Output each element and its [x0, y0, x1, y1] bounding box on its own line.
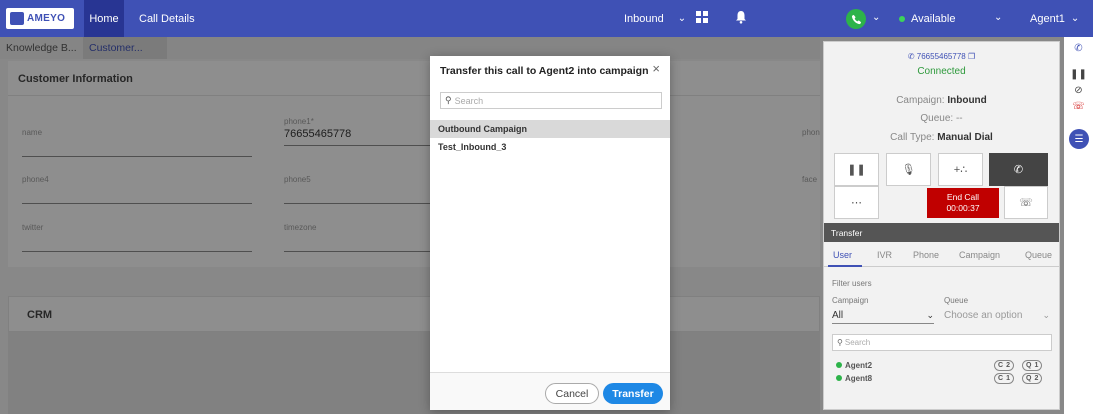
call-type-info: Call Type: Manual Dial: [824, 132, 1059, 143]
chevron-down-icon[interactable]: ⌄: [994, 12, 1002, 23]
online-dot-icon: [836, 375, 842, 381]
agent-name: Agent1: [1030, 12, 1065, 25]
status-dot-icon: [899, 15, 905, 22]
end-call-button[interactable]: End Call 00:00:37: [927, 188, 999, 218]
nav-home[interactable]: Home: [84, 0, 124, 37]
dialpad-icon: ⋯: [851, 197, 862, 209]
cancel-button[interactable]: Cancel: [545, 383, 599, 404]
call-state: Connected: [917, 66, 966, 77]
end-call-label: End Call: [946, 192, 980, 202]
queue-info: Queue: --: [824, 113, 1059, 124]
add-participant-icon: +∴: [953, 164, 968, 176]
call-control-panel: ✆ 76655465778 ❐ Connected Campaign: Inbo…: [823, 41, 1060, 410]
campaign-selector[interactable]: Inbound ⌄: [624, 0, 686, 37]
campaign-info: Campaign: Inbound: [824, 95, 1059, 106]
chevron-down-icon: ⌄: [926, 310, 934, 320]
tab-queue[interactable]: Queue: [1025, 250, 1052, 260]
tab-phone[interactable]: Phone: [913, 250, 939, 260]
active-tab-underline: [828, 265, 862, 267]
campaign-filter-label: Campaign: [832, 296, 869, 305]
search-placeholder: Search: [844, 338, 871, 347]
queue-info-value: --: [955, 113, 963, 124]
transfer-header: Transfer: [824, 223, 1059, 242]
agent-row[interactable]: Agent2 C 2 Q 1: [836, 359, 1052, 371]
queue-count-badge: Q 1: [1022, 359, 1043, 371]
agent-row[interactable]: Agent8 C 1 Q 2: [836, 372, 1052, 384]
campaign-list: Outbound Campaign Test_Inbound_3: [430, 120, 670, 156]
transfer-button[interactable]: Transfer: [603, 383, 663, 404]
apps-grid-icon[interactable]: [696, 11, 708, 23]
bell-icon[interactable]: [735, 10, 747, 24]
logo-text: AMEYO: [27, 13, 66, 24]
copy-icon[interactable]: ❐: [968, 52, 975, 61]
pause-icon: ❚❚: [847, 164, 866, 176]
tab-ivr[interactable]: IVR: [877, 250, 892, 260]
queue-info-label: Queue:: [920, 113, 954, 124]
campaign-search-input[interactable]: ⚲ Search: [440, 92, 662, 109]
phone-status-icon[interactable]: [846, 9, 866, 29]
dialog-title: Transfer this call to Agent2 into campai…: [440, 65, 649, 77]
top-bar: AMEYO Home Call Details Inbound ⌄ ⌄ Avai…: [0, 0, 1093, 37]
phone-icon[interactable]: ✆: [1064, 43, 1093, 54]
agent-menu[interactable]: Agent1 ⌄: [1030, 0, 1079, 37]
end-call-timer: 00:00:37: [946, 203, 980, 213]
call-number-text: 76655465778: [916, 52, 966, 61]
availability-status[interactable]: Available: [899, 0, 955, 37]
transfer-tabs: User IVR Phone Campaign Queue: [824, 245, 1059, 267]
list-item[interactable]: Test_Inbound_3: [430, 138, 670, 156]
pause-icon[interactable]: ❚❚: [1064, 69, 1093, 80]
campaign-count-badge: C 1: [994, 372, 1014, 384]
logo-mark-icon: [10, 12, 24, 25]
menu-icon[interactable]: ☰: [1069, 129, 1089, 149]
search-icon: ⚲: [445, 95, 452, 105]
call-transfer-icon: ✆: [1013, 164, 1024, 176]
queue-filter-placeholder: Choose an option: [944, 310, 1023, 321]
chevron-down-icon: ⌄: [1042, 310, 1050, 320]
call-number: ✆ 76655465778 ❐: [824, 52, 1059, 61]
online-dot-icon: [836, 362, 842, 368]
availability-label: Available: [911, 12, 956, 25]
app-logo[interactable]: AMEYO: [6, 8, 74, 29]
user-search-input[interactable]: ⚲ Search: [832, 334, 1052, 351]
hangup-icon: ☏: [1019, 197, 1033, 209]
queue-count-badge: Q 2: [1022, 372, 1043, 384]
search-icon: ⚲: [837, 338, 843, 347]
hold-button[interactable]: ❚❚: [834, 153, 879, 186]
tab-campaign[interactable]: Campaign: [959, 250, 1000, 260]
tab-user[interactable]: User: [833, 250, 852, 260]
transfer-campaign-dialog: Transfer this call to Agent2 into campai…: [430, 56, 670, 410]
right-rail: ✆ ❚❚ ⊘ ☏ ☰: [1064, 37, 1093, 414]
campaign-info-label: Campaign:: [896, 95, 945, 106]
nav-call-details[interactable]: Call Details: [139, 0, 195, 37]
mic-off-icon[interactable]: ⊘: [1064, 85, 1093, 96]
search-placeholder: Search: [454, 95, 484, 106]
agent-row-name: Agent8: [845, 373, 873, 383]
filter-users-label: Filter users: [832, 279, 872, 288]
chevron-down-icon: ⌄: [1070, 13, 1080, 24]
dialog-footer: Cancel Transfer: [430, 372, 670, 410]
list-item[interactable]: Outbound Campaign: [430, 120, 670, 138]
close-icon[interactable]: ×: [652, 61, 660, 76]
dialpad-button[interactable]: ⋯: [834, 186, 879, 219]
campaign-selector-label: Inbound: [624, 12, 664, 25]
queue-filter-select[interactable]: Choose an option ⌄: [944, 310, 1050, 321]
phone-icon: ✆: [907, 52, 915, 61]
transfer-button[interactable]: ✆: [989, 153, 1048, 186]
conference-button[interactable]: +∴: [938, 153, 983, 186]
hangup-icon[interactable]: ☏: [1064, 101, 1093, 112]
hangup-button[interactable]: ☏: [1004, 186, 1048, 219]
campaign-info-value: Inbound: [947, 95, 987, 106]
agent-row-name: Agent2: [845, 360, 873, 370]
campaign-filter-select[interactable]: All ⌄: [832, 310, 934, 324]
chevron-down-icon[interactable]: ⌄: [872, 12, 880, 23]
queue-filter-label: Queue: [944, 296, 969, 305]
mic-off-icon: 🎙: [901, 164, 916, 176]
campaign-filter-value: All: [832, 310, 844, 321]
call-type-value: Manual Dial: [937, 132, 993, 143]
mute-button[interactable]: 🎙: [886, 153, 931, 186]
campaign-count-badge: C 2: [994, 359, 1014, 371]
chevron-down-icon: ⌄: [677, 13, 687, 24]
call-type-label: Call Type:: [890, 132, 935, 143]
